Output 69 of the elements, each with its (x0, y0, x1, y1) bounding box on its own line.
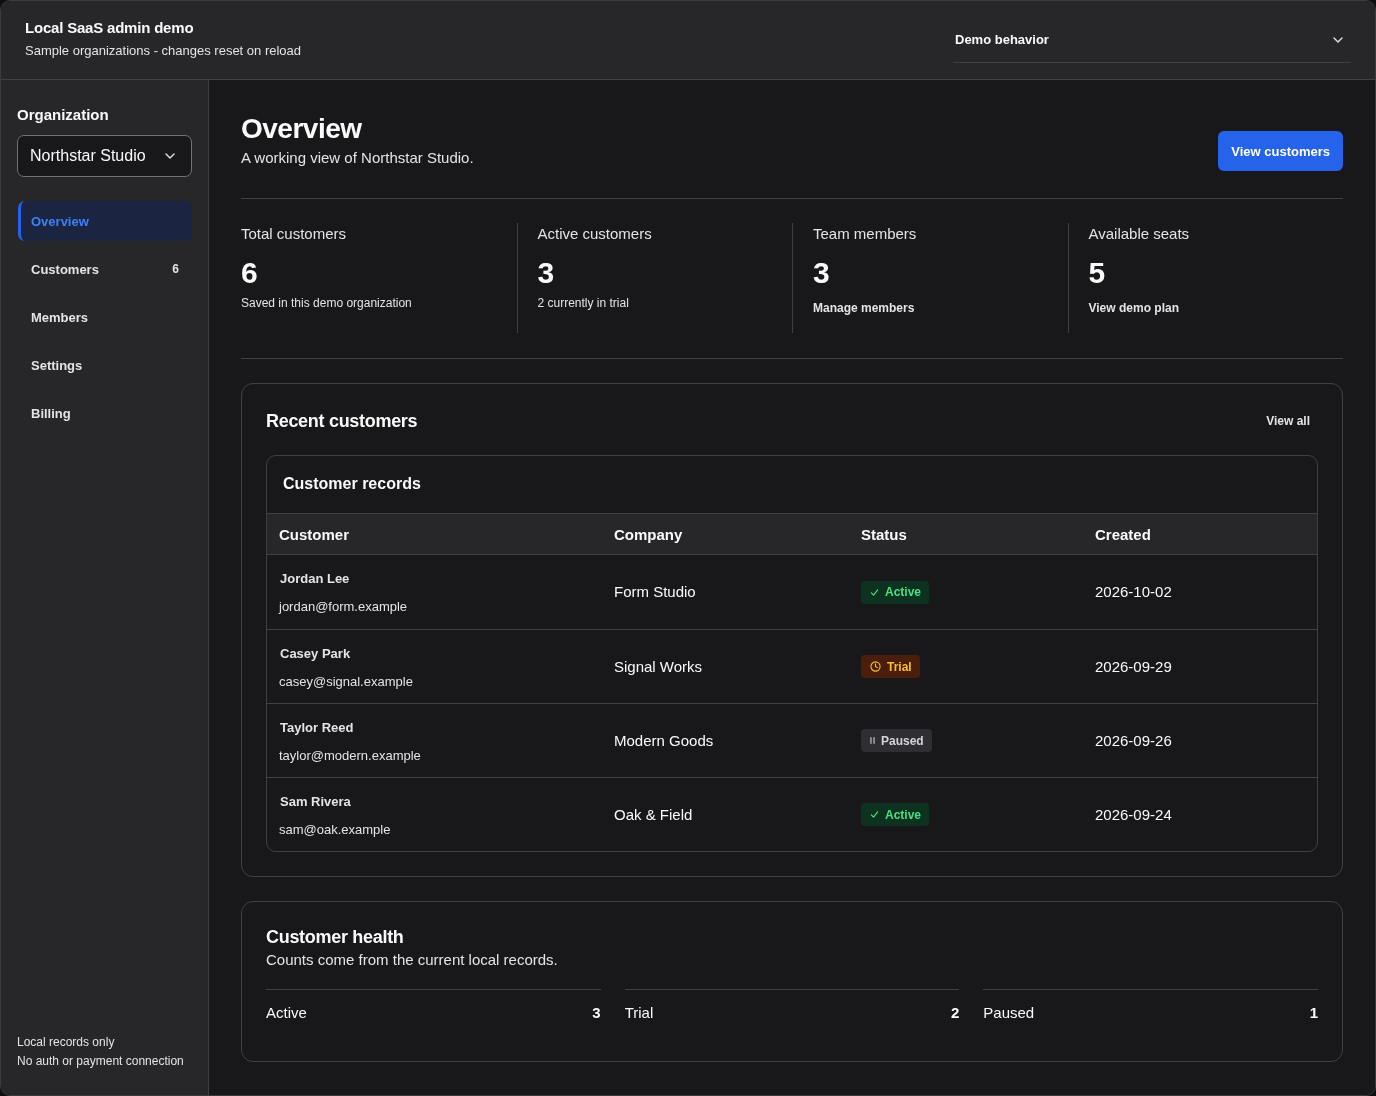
created-date: 2026-09-29 (1095, 657, 1172, 675)
demo-behavior-select[interactable]: Demo behavior (953, 19, 1351, 63)
customer-email: sam@oak.example (279, 820, 392, 839)
company-name: Form Studio (614, 583, 696, 600)
app-title: Local SaaS admin demo (25, 18, 195, 38)
created-date: 2026-09-24 (1095, 805, 1172, 823)
health-label: Active (266, 1003, 307, 1023)
customer-email: taylor@modern.example (279, 746, 422, 765)
status-label: Active (885, 807, 922, 822)
card-subtitle: Counts come from the current local records. (266, 950, 559, 970)
item-count: 6 (172, 262, 179, 276)
customer-email: casey@signal.example (279, 672, 414, 691)
created-date: 2026-09-26 (1095, 731, 1172, 749)
stat-label: Total customers (241, 224, 348, 244)
footer-note: Local records only (17, 1034, 116, 1051)
customer-name: Jordan Lee (280, 570, 351, 588)
organization-label: Organization (17, 105, 110, 125)
customer-name: Sam Rivera (280, 792, 352, 811)
status-label: Trial (887, 659, 912, 674)
created-date: 2026-10-02 (1095, 583, 1172, 600)
customer-name: Casey Park (280, 644, 352, 663)
stat-value: 6 (241, 255, 259, 291)
view-customers-button[interactable]: View customers (1218, 131, 1343, 171)
card-title: Customer health (266, 926, 405, 949)
health-label: Trial (624, 1003, 654, 1023)
stat-link[interactable]: Manage members (813, 300, 915, 316)
customer-email: jordan@form.example (279, 598, 409, 616)
check-icon (870, 587, 879, 597)
stat-label: Available seats (1088, 224, 1191, 244)
nav-item[interactable]: Overview (18, 201, 192, 241)
clock-icon (870, 661, 881, 672)
nav-item[interactable]: Members (18, 297, 192, 337)
panel-title: Customer records (282, 474, 422, 494)
status-label: Paused (881, 733, 924, 748)
stat-note: 2 currently in trial (537, 295, 630, 311)
chevron-down-icon (1333, 36, 1343, 43)
stat-label: Team members (813, 224, 918, 244)
company-name: Oak & Field (614, 805, 693, 823)
nav-item[interactable]: Settings (18, 345, 192, 385)
company-name: Signal Works (614, 657, 703, 675)
check-icon (870, 810, 879, 819)
column-header: Company (613, 525, 684, 543)
stat-note: Saved in this demo organization (241, 295, 413, 311)
pause-icon (870, 736, 875, 745)
health-count: 1 (1309, 1003, 1318, 1023)
stat-value: 5 (1088, 255, 1107, 291)
stat-value: 3 (813, 255, 831, 291)
column-header: Customer (278, 525, 350, 543)
footer-note: No auth or payment connection (17, 1053, 185, 1070)
health-label: Paused (983, 1003, 1035, 1023)
nav-item[interactable]: Billing (18, 393, 192, 433)
health-count: 3 (592, 1003, 601, 1023)
page-title: Overview (241, 112, 363, 146)
status-label: Active (885, 585, 922, 599)
organization-select[interactable]: Northstar Studio (17, 135, 192, 177)
company-name: Modern Goods (614, 731, 714, 749)
nav-item[interactable]: Customers 6 (18, 249, 192, 289)
stat-link[interactable]: View demo plan (1088, 300, 1179, 316)
stat-label: Active customers (537, 224, 653, 244)
view-all-link[interactable]: View all (1258, 410, 1318, 432)
app-subtitle: Sample organizations - changes reset on reload (25, 42, 302, 60)
column-header: Created (1094, 525, 1152, 543)
chevron-down-icon (165, 153, 175, 159)
customer-name: Taylor Reed (280, 718, 355, 737)
page-subtitle: A working view of Northstar Studio. (241, 148, 474, 168)
health-count: 2 (951, 1003, 960, 1023)
card-title: Recent customers (266, 410, 418, 433)
column-header: Status (860, 525, 908, 543)
stat-value: 3 (537, 255, 556, 291)
